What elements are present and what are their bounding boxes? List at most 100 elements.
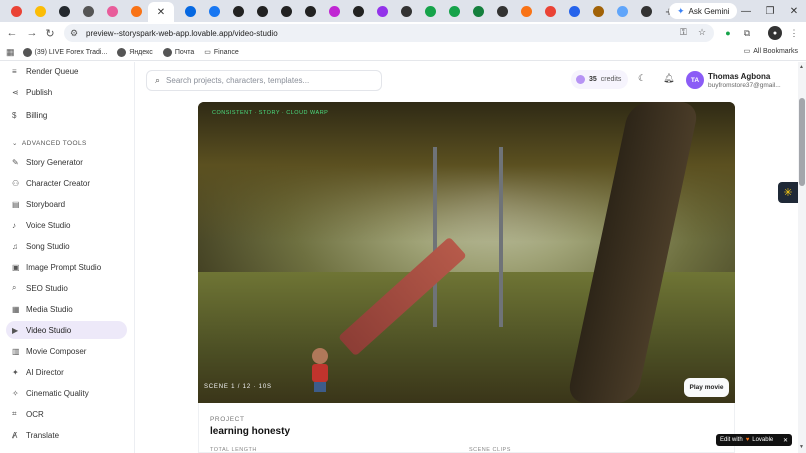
- sidebar-item-translate[interactable]: Ⱥ Translate: [6, 426, 127, 444]
- browser-tab[interactable]: [586, 0, 610, 22]
- credits-badge[interactable]: 35 credits: [571, 70, 628, 89]
- credits-icon: [576, 75, 585, 84]
- scroll-down-icon[interactable]: ▼: [799, 444, 804, 450]
- floating-widget-icon[interactable]: ✳: [778, 182, 798, 203]
- browser-tab[interactable]: [634, 0, 658, 22]
- profile-avatar-icon[interactable]: ●: [768, 26, 782, 40]
- scrollbar-thumb[interactable]: [799, 98, 805, 186]
- browser-tab[interactable]: [394, 0, 418, 22]
- browser-tab[interactable]: [610, 0, 634, 22]
- omnibox[interactable]: ⚙ preview--storyspark-web-app.lovable.ap…: [64, 24, 714, 42]
- extensions-puzzle-icon[interactable]: ⧉: [740, 26, 754, 40]
- bookmark-item[interactable]: Яндекс: [117, 47, 153, 57]
- play-movie-button[interactable]: Play movie: [684, 378, 729, 397]
- bell-icon[interactable]: 🔔︎: [663, 73, 674, 84]
- sidebar-item-billing[interactable]: $ Billing: [6, 106, 127, 124]
- active-tab[interactable]: ✕: [148, 2, 174, 22]
- sidebar-item-ocr[interactable]: ⌗ OCR: [6, 405, 127, 423]
- sidebar-item-cinematic-quality[interactable]: ✧ Cinematic Quality: [6, 384, 127, 402]
- bookmark-item[interactable]: Почта: [162, 47, 194, 57]
- close-window-icon[interactable]: ✕: [782, 0, 806, 22]
- badge-close-icon[interactable]: ✕: [783, 437, 788, 444]
- sidebar-item-video-studio[interactable]: ▶ Video Studio: [6, 321, 127, 339]
- search-placeholder: Search projects, characters, templates..…: [166, 76, 310, 85]
- browser-tab[interactable]: [52, 0, 76, 22]
- browser-tab[interactable]: [442, 0, 466, 22]
- search-icon: ⌕: [12, 283, 17, 292]
- sidebar-item-label: Video Studio: [26, 325, 72, 335]
- extension-icon[interactable]: ●: [721, 26, 735, 40]
- section-advanced-tools[interactable]: ⌄ ADVANCED TOOLS: [12, 139, 87, 148]
- sidebar-item-publish[interactable]: ⋖ Publish: [6, 83, 127, 101]
- back-arrow-icon[interactable]: ←: [4, 25, 20, 41]
- search-input[interactable]: ⌕ Search projects, characters, templates…: [146, 70, 382, 91]
- browser-tab[interactable]: [346, 0, 370, 22]
- apps-grid-icon[interactable]: ▦: [6, 47, 15, 58]
- user-name[interactable]: Thomas Agbona: [708, 72, 770, 81]
- browser-tab[interactable]: [418, 0, 442, 22]
- browser-tab[interactable]: [274, 0, 298, 22]
- video-player[interactable]: [198, 102, 735, 403]
- bookmark-item[interactable]: ▭ Finance: [204, 48, 239, 57]
- site-info-icon[interactable]: ⚙: [70, 28, 82, 39]
- browser-tab[interactable]: [226, 0, 250, 22]
- browser-tab[interactable]: [100, 0, 124, 22]
- gemini-star-icon: ✦: [677, 5, 685, 16]
- total-length-label: TOTAL LENGTH: [210, 447, 257, 453]
- bookmark-item[interactable]: (39) LIVE Forex Tradi...: [22, 47, 107, 57]
- ask-gemini-button[interactable]: ✦ Ask Gemini: [669, 3, 738, 19]
- wand-icon: ✎: [12, 157, 19, 167]
- browser-tab[interactable]: [298, 0, 322, 22]
- sidebar-item-render-queue[interactable]: ≡ Render Queue: [6, 62, 127, 80]
- sidebar-item-movie-composer[interactable]: ▥ Movie Composer: [6, 342, 127, 360]
- sparkle-icon: ✧: [12, 388, 19, 398]
- sidebar-item-seo-studio[interactable]: ⌕ SEO Studio: [6, 279, 127, 297]
- browser-tab[interactable]: [4, 0, 28, 22]
- all-bookmarks-label: All Bookmarks: [753, 47, 798, 55]
- sidebar-item-image-prompt-studio[interactable]: ▣ Image Prompt Studio: [6, 258, 127, 276]
- browser-menu-icon[interactable]: ⋮: [787, 26, 801, 40]
- sidebar-item-label: AI Director: [26, 367, 64, 377]
- browser-tab[interactable]: [490, 0, 514, 22]
- browser-tab[interactable]: [202, 0, 226, 22]
- close-tab-icon[interactable]: ✕: [157, 7, 165, 18]
- sidebar-item-character-creator[interactable]: ⚇ Character Creator: [6, 174, 127, 192]
- maximize-window-icon[interactable]: ❐: [758, 0, 782, 22]
- edit-with-lovable-badge[interactable]: Edit with ♥ Lovable ✕: [716, 434, 792, 446]
- browser-tab[interactable]: [178, 0, 202, 22]
- bookmark-star-icon[interactable]: ☆: [698, 27, 706, 38]
- forward-arrow-icon[interactable]: →: [24, 25, 40, 41]
- sidebar-item-song-studio[interactable]: ♫ Song Studio: [6, 237, 127, 255]
- sidebar-item-voice-studio[interactable]: ♪ Voice Studio: [6, 216, 127, 234]
- reload-icon[interactable]: ↻: [42, 25, 58, 41]
- url-text[interactable]: preview--storyspark-web-app.lovable.app/…: [86, 29, 278, 38]
- browser-tab[interactable]: [28, 0, 52, 22]
- minimize-window-icon[interactable]: —: [734, 0, 758, 22]
- sidebar-item-story-generator[interactable]: ✎ Story Generator: [6, 153, 127, 171]
- browser-tab[interactable]: [466, 0, 490, 22]
- all-bookmarks-button[interactable]: ▭ All Bookmarks: [744, 47, 798, 56]
- sidebar-item-ai-director[interactable]: ✦ AI Director: [6, 363, 127, 381]
- bookmark-globe-icon: [162, 47, 172, 57]
- scroll-up-icon[interactable]: ▲: [799, 64, 804, 70]
- browser-tab[interactable]: [250, 0, 274, 22]
- browser-tab[interactable]: [562, 0, 586, 22]
- avatar[interactable]: TA: [686, 71, 704, 89]
- chevron-down-icon: ⌄: [12, 140, 18, 147]
- sidebar-item-storyboard[interactable]: ▤ Storyboard: [6, 195, 127, 213]
- purple-circle-icon: [376, 5, 388, 17]
- green-icon: [472, 5, 484, 17]
- browser-tab[interactable]: [538, 0, 562, 22]
- search-icon: ⌕: [155, 75, 161, 85]
- browser-tab[interactable]: [514, 0, 538, 22]
- browser-tab[interactable]: [76, 0, 100, 22]
- music-icon: ♫: [12, 241, 18, 251]
- browser-tab[interactable]: [370, 0, 394, 22]
- browser-tab[interactable]: [124, 0, 148, 22]
- moon-icon[interactable]: ☾: [638, 73, 646, 84]
- browser-tab[interactable]: [322, 0, 346, 22]
- page-scrollbar[interactable]: ▲ ▼: [798, 62, 806, 453]
- password-key-icon[interactable]: ⚿: [680, 27, 687, 38]
- github-icon: [58, 5, 70, 17]
- sidebar-item-media-studio[interactable]: ▦ Media Studio: [6, 300, 127, 318]
